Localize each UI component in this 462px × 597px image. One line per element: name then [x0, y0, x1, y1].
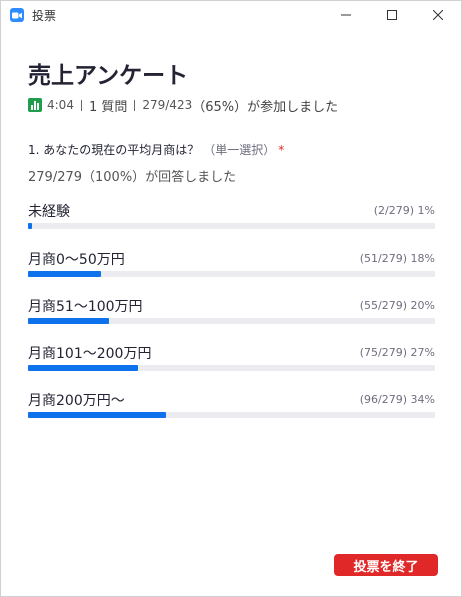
result-bar-fill — [28, 412, 167, 418]
participation-count: 279/423 — [142, 98, 193, 112]
result-bar-track — [28, 271, 435, 277]
title-bar: 投票 — [1, 1, 461, 29]
participation-percent: （65%） — [192, 99, 248, 115]
window-title: 投票 — [32, 9, 57, 23]
participation-text: が参加しました — [247, 99, 339, 115]
bar-chart-icon — [28, 98, 42, 112]
poll-option: 月商101〜200万円 (75/279) 27% — [28, 343, 435, 373]
close-button[interactable] — [415, 1, 461, 29]
result-bar-track — [28, 223, 435, 229]
option-label: 月商200万円〜 — [28, 393, 125, 409]
option-label: 月商0〜50万円 — [28, 252, 125, 268]
option-label: 月商101〜200万円 — [28, 346, 152, 362]
poll-window: 投票 売上アンケート 4:04 1 質問 279/423 （65%） が参加しま… — [0, 0, 462, 597]
result-bar-fill — [28, 318, 110, 324]
result-bar-track — [28, 318, 435, 324]
minimize-icon — [341, 14, 351, 16]
poll-option: 未経験 (2/279) 1% — [28, 201, 435, 231]
divider — [80, 99, 82, 111]
result-bar-track — [28, 412, 435, 418]
close-icon — [433, 10, 443, 20]
result-bar-track — [28, 365, 435, 371]
question-type: （単一選択） — [203, 143, 276, 157]
poll-option: 月商0〜50万円 (51/279) 18% — [28, 249, 435, 279]
result-bar-fill — [28, 365, 138, 371]
option-stat: (51/279) 18% — [359, 252, 435, 265]
zoom-camera-icon — [10, 8, 24, 22]
question-text: 1. あなたの現在の平均月商は？ — [28, 143, 200, 157]
option-label: 月商51〜100万円 — [28, 299, 143, 315]
end-poll-button[interactable]: 投票を終了 — [334, 554, 438, 576]
poll-meta: 4:04 1 質問 279/423 （65%） が参加しました — [28, 96, 339, 115]
result-bar-fill — [28, 223, 33, 229]
minimize-button[interactable] — [323, 1, 369, 29]
option-stat: (55/279) 20% — [359, 299, 435, 312]
required-mark: * — [278, 143, 285, 157]
result-bar-fill — [28, 271, 102, 277]
divider — [134, 99, 136, 111]
poll-title: 売上アンケート — [28, 63, 189, 89]
poll-option: 月商200万円〜 (96/279) 34% — [28, 390, 435, 420]
option-stat: (96/279) 34% — [359, 393, 435, 406]
question-heading: 1. あなたの現在の平均月商は？ （単一選択） * — [28, 141, 284, 158]
question-count: 1 質問 — [88, 99, 128, 115]
poll-option: 月商51〜100万円 (55/279) 20% — [28, 296, 435, 326]
maximize-button[interactable] — [369, 1, 415, 29]
option-label: 未経験 — [28, 204, 70, 220]
option-stat: (75/279) 27% — [359, 346, 435, 359]
option-stat: (2/279) 1% — [373, 204, 435, 217]
poll-duration: 4:04 — [47, 98, 74, 112]
answered-summary: 279/279（100%）が回答しました — [28, 170, 237, 185]
maximize-icon — [387, 10, 397, 20]
